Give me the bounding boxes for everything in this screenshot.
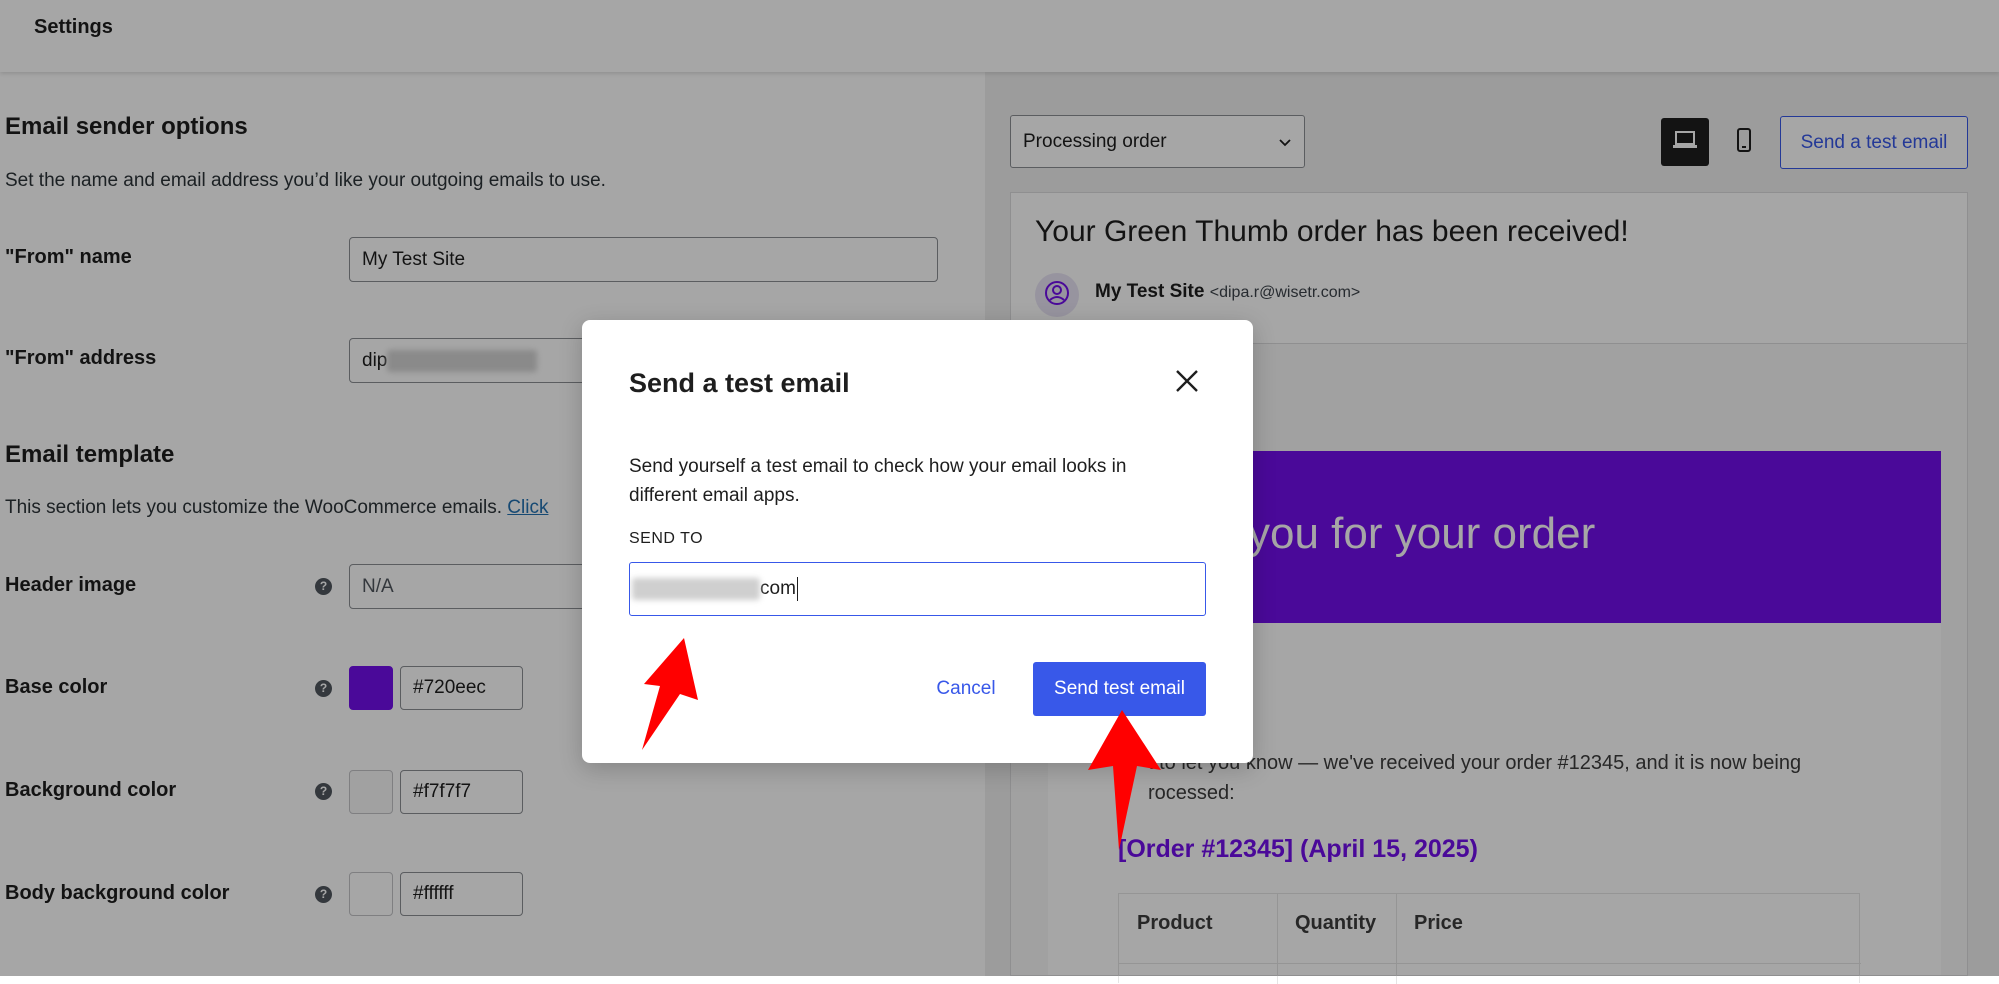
text-cursor — [796, 577, 798, 601]
cancel-button[interactable]: Cancel — [922, 662, 1010, 716]
dialog-description: Send yourself a test email to check how … — [629, 456, 1127, 506]
send-to-label: SEND TO — [629, 530, 704, 547]
email-visible-suffix: com — [760, 578, 796, 599]
close-icon[interactable] — [1172, 366, 1202, 396]
arrow-annotation-icon — [642, 638, 698, 750]
redacted-text — [632, 578, 760, 600]
arrow-annotation-icon — [1088, 710, 1161, 850]
dialog-title: Send a test email — [629, 368, 850, 398]
send-to-email-input[interactable]: com — [629, 562, 1206, 616]
